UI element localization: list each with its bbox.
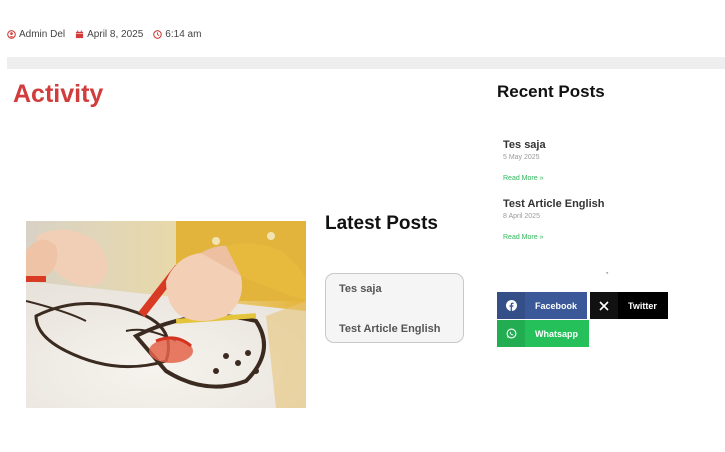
share-facebook-label: Facebook: [535, 300, 578, 311]
recent-post-item: Test Article English 8 April 2025: [503, 198, 604, 220]
child-coloring-butterfly-image: [26, 221, 306, 408]
page-title: Activity: [13, 80, 104, 108]
latest-posts-box: Tes saja Test Article English: [325, 273, 464, 343]
recent-post-title[interactable]: Test Article English: [503, 198, 604, 210]
read-more-link[interactable]: Read More »: [503, 175, 543, 182]
date-meta[interactable]: April 8, 2025: [75, 29, 143, 40]
facebook-icon: [497, 292, 525, 319]
calendar-icon: [76, 30, 84, 39]
post-date[interactable]: April 8, 2025: [87, 29, 143, 40]
recent-post-title[interactable]: Tes saja: [503, 139, 546, 151]
post-time: 6:14 am: [165, 29, 202, 40]
share-facebook-button[interactable]: Facebook: [497, 292, 587, 319]
recent-posts-title: Recent Posts: [497, 82, 605, 101]
user-circle-icon: [7, 30, 16, 39]
clock-icon: [153, 30, 163, 39]
whatsapp-icon: [497, 320, 525, 347]
share-twitter-label: Twitter: [628, 300, 657, 311]
share-twitter-button[interactable]: Twitter: [590, 292, 668, 319]
divider-bar: [7, 57, 725, 69]
time-meta: 6:14 am: [153, 29, 201, 40]
author-name[interactable]: Admin Del: [19, 29, 65, 40]
x-icon: [590, 292, 618, 319]
broken-image-icon: ▪: [606, 270, 609, 277]
recent-post-date: 5 May 2025: [503, 154, 540, 161]
featured-image: [26, 221, 306, 408]
latest-posts-title: Latest Posts: [325, 213, 438, 234]
share-whatsapp-label: Whatsapp: [535, 328, 579, 339]
author-meta[interactable]: Admin Del: [7, 29, 65, 40]
read-more-link[interactable]: Read More »: [503, 234, 543, 241]
share-whatsapp-button[interactable]: Whatsapp: [497, 320, 589, 347]
latest-post-link[interactable]: Tes saja: [339, 283, 382, 295]
post-meta: Admin Del April 8, 2025 6:14 am: [7, 29, 211, 40]
latest-post-link[interactable]: Test Article English: [339, 323, 440, 335]
recent-post-item: Tes saja 5 May 2025: [503, 139, 546, 161]
recent-post-date: 8 April 2025: [503, 213, 540, 220]
